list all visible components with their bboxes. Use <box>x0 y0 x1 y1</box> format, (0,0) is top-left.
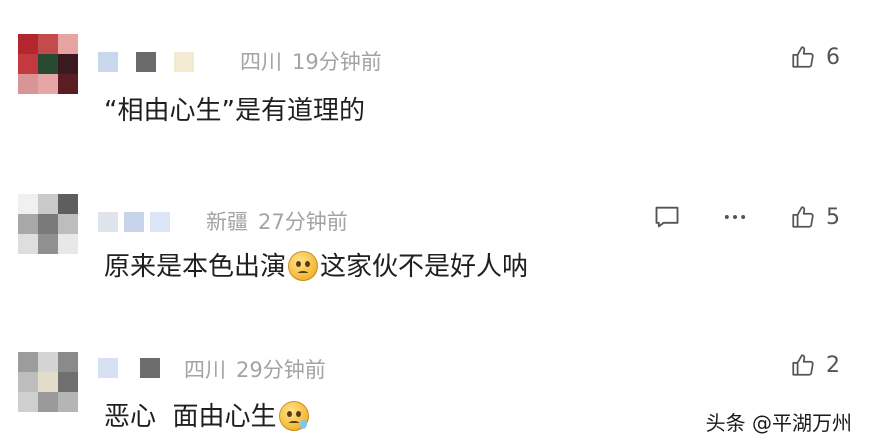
avatar-tile <box>18 234 38 254</box>
avatar-tile <box>18 194 38 214</box>
like-count: 2 <box>826 352 840 378</box>
comment-time: 27分钟前 <box>258 210 348 234</box>
comment-meta: 新疆 27分钟前 <box>206 206 348 236</box>
comment-location: 四川 <box>184 358 226 382</box>
comment-text-part: 原来是本色出演 <box>104 252 287 282</box>
avatar-tile <box>58 352 78 372</box>
watermark: 头条 @平湖万州 <box>705 411 852 435</box>
thumbs-up-icon <box>792 46 814 68</box>
username-block <box>98 212 118 232</box>
comment-text: “相由心生”是有道理的 <box>104 96 365 126</box>
avatar-tile <box>38 194 58 214</box>
avatar-tile <box>58 234 78 254</box>
more-dots-icon <box>724 215 746 219</box>
username-block <box>98 358 118 378</box>
avatar-tile <box>58 214 78 234</box>
avatar-tile <box>18 74 38 94</box>
avatar-tile <box>18 34 38 54</box>
username-block <box>136 52 156 72</box>
comment-text: 恶心 面由心生 <box>104 396 311 433</box>
avatar-tile <box>38 214 58 234</box>
comment-bubble-icon <box>655 206 679 228</box>
like-button[interactable]: 6 <box>790 44 840 70</box>
like-count: 6 <box>826 44 840 70</box>
avatar-tile <box>38 34 58 54</box>
comment-location: 新疆 <box>206 210 248 234</box>
avatar-tile <box>58 392 78 412</box>
avatar-tile <box>38 372 58 392</box>
comment-text-part: 恶心 面由心生 <box>104 402 277 432</box>
avatar-tile <box>58 54 78 74</box>
like-button[interactable]: 2 <box>790 352 840 378</box>
avatar-tile <box>58 194 78 214</box>
avatar-tile <box>38 352 58 372</box>
username-blurred[interactable] <box>98 52 194 72</box>
comment-actions <box>650 200 752 234</box>
username-block <box>150 212 170 232</box>
username-blurred[interactable] <box>98 212 170 232</box>
comment-item: 新疆 27分钟前 原来是本色出演 这家伙不是好人呐 5 <box>0 190 876 300</box>
thumbs-up-icon <box>792 206 814 228</box>
comment-meta: 四川 29分钟前 <box>184 354 326 384</box>
comment-location: 四川 <box>240 50 282 74</box>
avatar-tile <box>18 372 38 392</box>
avatar[interactable] <box>18 194 78 254</box>
avatar-tile <box>58 74 78 94</box>
avatar-tile <box>18 54 38 74</box>
avatar-tile <box>18 392 38 412</box>
avatar-tile <box>38 74 58 94</box>
username-block <box>124 212 144 232</box>
like-button[interactable]: 5 <box>790 204 840 230</box>
avatar[interactable] <box>18 352 78 412</box>
avatar-tile <box>58 34 78 54</box>
username-blurred[interactable] <box>98 358 160 378</box>
sad-face-emoji-icon <box>288 251 319 281</box>
avatar[interactable] <box>18 34 78 94</box>
comment-item: 四川 19分钟前 “相由心生”是有道理的 6 <box>0 30 876 140</box>
username-block <box>174 52 194 72</box>
avatar-tile <box>18 214 38 234</box>
reply-button[interactable] <box>650 200 684 234</box>
comment-text: 原来是本色出演 这家伙不是好人呐 <box>104 246 528 283</box>
avatar-tile <box>38 234 58 254</box>
crying-face-emoji-icon <box>278 401 309 431</box>
comment-time: 29分钟前 <box>236 358 326 382</box>
username-block <box>140 358 160 378</box>
more-button[interactable] <box>718 200 752 234</box>
comment-time: 19分钟前 <box>292 50 382 74</box>
avatar-tile <box>58 372 78 392</box>
comment-meta: 四川 19分钟前 <box>240 46 382 76</box>
username-block <box>98 52 118 72</box>
avatar-tile <box>38 392 58 412</box>
like-count: 5 <box>826 204 840 230</box>
avatar-tile <box>18 352 38 372</box>
comment-text-part: 这家伙不是好人呐 <box>320 252 529 282</box>
avatar-tile <box>38 54 58 74</box>
thumbs-up-icon <box>792 354 814 376</box>
